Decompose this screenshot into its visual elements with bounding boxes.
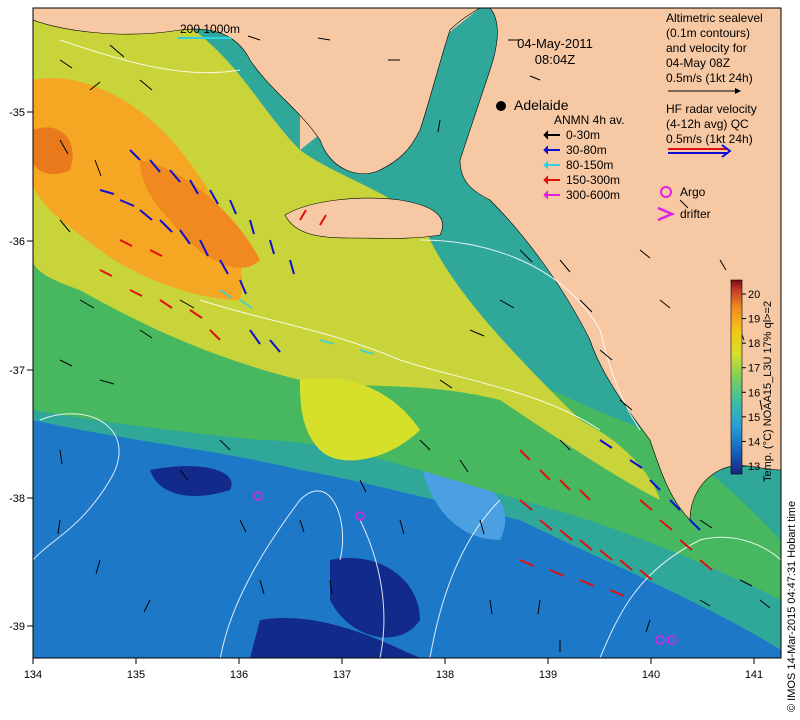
lon-tick-label: 136 xyxy=(230,669,248,681)
altimetry-line-3: and velocity for xyxy=(666,41,747,55)
lon-tick-label: 134 xyxy=(24,669,42,681)
scale-bar-label: 200 1000m xyxy=(180,22,240,36)
lon-tick-label: 139 xyxy=(539,669,557,681)
lat-tick-label: -39 xyxy=(9,621,25,633)
colorbar-tick-label: 20 xyxy=(748,289,760,301)
lat-tick-label: -36 xyxy=(9,236,25,248)
credit-text: © IMOS 14-Mar-2015 04:47:31 Hobart time xyxy=(786,501,798,712)
altimetry-line-4: 04-May 08Z xyxy=(666,56,730,70)
argo-label: Argo xyxy=(680,185,706,199)
adelaide-marker xyxy=(496,101,506,111)
lon-tick-label: 135 xyxy=(127,669,145,681)
colorbar-tick-label: 15 xyxy=(748,412,760,424)
lat-tick-label: -38 xyxy=(9,493,25,505)
map-date: 04-May-2011 xyxy=(517,36,593,51)
altimetry-line-5: 0.5m/s (1kt 24h) xyxy=(666,71,753,85)
anmn-title: ANMN 4h av. xyxy=(554,113,624,127)
lon-tick-label: 138 xyxy=(436,669,454,681)
colorbar-tick-label: 16 xyxy=(748,387,760,399)
colorbar-tick-label: 13 xyxy=(748,461,760,473)
svg-text:30-80m: 30-80m xyxy=(566,143,607,157)
lon-tick-label: 137 xyxy=(333,669,351,681)
colorbar-label: Temp. (°C) NOAA15_L3U 17% ql>=2 xyxy=(762,301,774,482)
svg-text:0-30m: 0-30m xyxy=(566,128,600,142)
lon-tick-label: 140 xyxy=(642,669,660,681)
drifter-label: drifter xyxy=(680,207,711,221)
colorbar-tick-label: 18 xyxy=(748,338,760,350)
hf-radar-line-3: 0.5m/s (1kt 24h) xyxy=(666,132,753,146)
colorbar-tick-label: 14 xyxy=(748,436,760,448)
svg-text:80-150m: 80-150m xyxy=(566,158,613,172)
svg-text:300-600m: 300-600m xyxy=(566,188,620,202)
lon-tick-label: 141 xyxy=(745,669,763,681)
altimetry-line-2: (0.1m contours) xyxy=(666,26,750,40)
hf-radar-line-2: (4-12h avg) QC xyxy=(666,117,749,131)
lat-tick-label: -35 xyxy=(9,107,25,119)
hf-radar-line-1: HF radar velocity xyxy=(666,102,757,116)
city-label: Adelaide xyxy=(514,97,569,113)
lat-tick-label: -37 xyxy=(9,365,25,377)
colorbar-tick-label: 19 xyxy=(748,314,760,326)
colorbar-tick-label: 17 xyxy=(748,363,760,375)
svg-text:150-300m: 150-300m xyxy=(566,173,620,187)
colorbar-gradient xyxy=(730,279,743,475)
sst-map: 200 1000m 04-May-2011 08:04Z Adelaide Al… xyxy=(9,7,798,712)
map-time: 08:04Z xyxy=(535,52,576,67)
altimetry-line-1: Altimetric sealevel xyxy=(666,11,763,25)
